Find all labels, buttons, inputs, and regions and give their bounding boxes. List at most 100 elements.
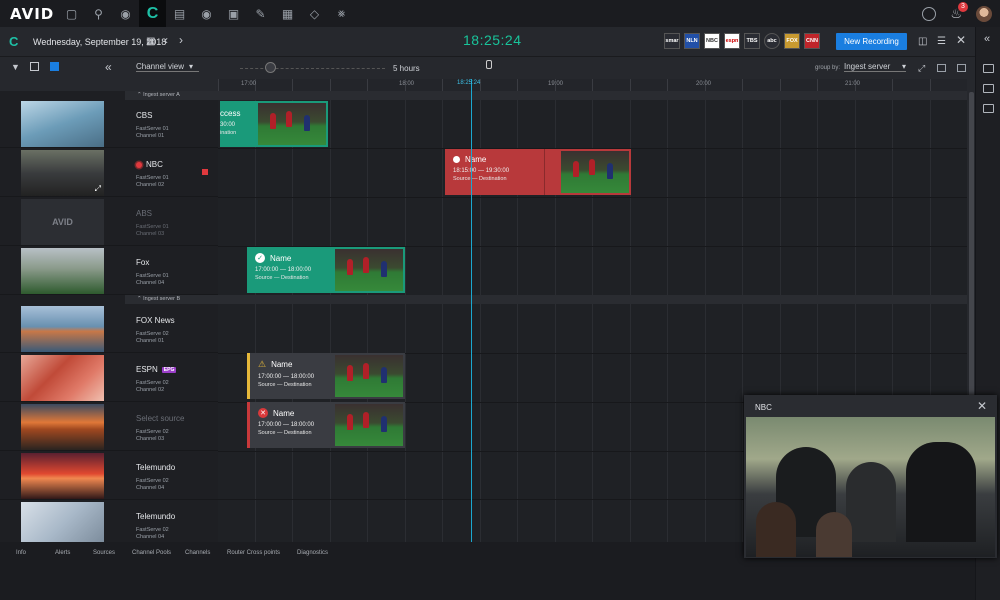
tab-channels[interactable]: Channels: [185, 550, 210, 556]
tab-alerts[interactable]: Alerts: [55, 550, 70, 556]
avatar[interactable]: [976, 5, 992, 22]
tab-info[interactable]: Info: [16, 550, 26, 556]
zoom-track[interactable]: [240, 68, 385, 69]
channel-row[interactable]: Telemundo FastServe 02 Channel 04: [0, 452, 218, 500]
search-icon[interactable]: ⚲: [85, 0, 112, 27]
avid-logo: AVID: [10, 4, 55, 23]
channel-row[interactable]: Fox FastServe 01 Channel 04: [0, 247, 218, 295]
network-logo[interactable]: espn: [724, 33, 740, 49]
chevron-down-icon: ▾: [901, 62, 906, 71]
current-time: 18:25:24: [463, 32, 522, 48]
split-icon[interactable]: [957, 64, 966, 72]
status-icon[interactable]: [922, 6, 937, 21]
server-icon[interactable]: ▤: [166, 0, 193, 27]
preview-video[interactable]: [746, 417, 995, 557]
tick-label: 18:00: [399, 81, 415, 87]
capture-icon[interactable]: C: [139, 0, 166, 27]
group-header[interactable]: ⌃ Ingest server A: [125, 91, 967, 100]
capture-logo-icon: C: [9, 33, 19, 49]
group-by-label: group by:: [815, 65, 841, 71]
recording-block[interactable]: ⚠ Name 17:00:00 — 18:00:00 Source — Destina…: [247, 353, 405, 399]
close-icon[interactable]: ✕: [977, 399, 987, 413]
channel-row[interactable]: ESPN EPG FastServe 02 Channel 02: [0, 354, 218, 402]
tick-label: 17:00: [241, 81, 257, 87]
tab-sources[interactable]: Sources: [93, 550, 115, 556]
select-source-link[interactable]: Select source: [136, 414, 184, 423]
prev-day-button[interactable]: ‹: [164, 33, 168, 47]
time-ruler[interactable]: 17:00 18:00 19:00 20:00 21:00: [218, 79, 967, 91]
next-day-button[interactable]: ›: [179, 33, 183, 47]
recording-block[interactable]: ✕ Name 17:00:00 — 18:00:00 Source — Destina…: [247, 402, 405, 448]
user-circle-icon[interactable]: ◉: [112, 0, 139, 27]
network-logo[interactable]: NLN: [684, 33, 700, 49]
zoom-slider-handle[interactable]: [265, 62, 276, 73]
avid-logo: AVID: [52, 217, 73, 227]
recording-block[interactable]: Name 18:15:00 — 19:30:00 Source — Destinat…: [445, 149, 631, 195]
network-logo[interactable]: FOX: [784, 33, 800, 49]
chevron-down-icon: ▾: [188, 62, 193, 71]
media-icon[interactable]: ▦: [274, 0, 301, 27]
panel-icon[interactable]: ◫: [918, 36, 927, 47]
list-panel-icon[interactable]: [983, 84, 994, 93]
warning-icon: ⚠: [258, 359, 267, 369]
pencil-doc-icon[interactable]: ✎: [247, 0, 274, 27]
timeline-view-icon[interactable]: [50, 62, 59, 71]
edit-doc-icon[interactable]: ▣: [220, 0, 247, 27]
stop-icon[interactable]: [202, 169, 208, 175]
recording-thumbnail: [258, 103, 326, 145]
network-logos: smar NLN NBC espn TBS abc FOX CNN: [664, 33, 820, 49]
channel-thumbnail: [21, 355, 104, 401]
channel-row[interactable]: ⤢ NBC FastServe 01 Channel 02: [0, 149, 218, 197]
chat-icon[interactable]: ◉: [193, 0, 220, 27]
menu-icon[interactable]: ☰: [937, 36, 946, 47]
channel-name: Telemundo: [136, 512, 176, 521]
channel-name: ESPN EPG: [136, 365, 177, 374]
fullscreen-icon[interactable]: ⤢: [95, 184, 101, 194]
channel-info: FastServe 02 Channel 01: [136, 331, 169, 344]
network-logo[interactable]: TBS: [744, 33, 760, 49]
play-panel-icon[interactable]: [983, 64, 994, 73]
view-select[interactable]: Channel view ▾: [136, 62, 199, 72]
channel-info: FastServe 01 Channel 03: [136, 224, 169, 237]
layout-icon[interactable]: [937, 64, 946, 72]
route-icon[interactable]: ◇: [301, 0, 328, 27]
collapse-left-icon[interactable]: «: [105, 60, 112, 74]
expand-icon[interactable]: ⤢: [918, 63, 925, 74]
tab-router-cross-points[interactable]: Router Cross points: [227, 550, 280, 556]
network-logo[interactable]: smar: [664, 33, 680, 49]
recording-block[interactable]: ccess 30:00 ination: [220, 101, 328, 147]
bell-icon[interactable]: ♨ 3: [950, 1, 968, 22]
recording-block[interactable]: ✓ Name 17:00:00 — 18:00:00 Source — Destina…: [247, 247, 405, 293]
share-icon[interactable]: ⨳: [328, 0, 355, 27]
calendar-view-icon[interactable]: [30, 62, 39, 71]
placeholder-thumbnail: AVID: [21, 199, 104, 245]
calendar-icon[interactable]: ▦: [146, 36, 155, 47]
lock-icon[interactable]: [486, 60, 492, 69]
recording-indicator-icon: [136, 161, 142, 168]
channel-list: CBS FastServe 01 Channel 01 ⤢ NBC FastSer…: [0, 91, 218, 548]
network-logo[interactable]: abc: [764, 33, 780, 49]
grid-panel-icon[interactable]: [983, 104, 994, 113]
channel-row[interactable]: CBS FastServe 01 Channel 01: [0, 100, 218, 148]
channel-row[interactable]: FOX News FastServe 02 Channel 01: [0, 305, 218, 353]
network-logo[interactable]: NBC: [704, 33, 720, 49]
success-check-icon: ✓: [255, 253, 265, 263]
playhead-line[interactable]: [471, 79, 472, 542]
recording-thumbnail: [335, 249, 403, 291]
channel-row[interactable]: Select source FastServe 02 Channel 03: [0, 403, 218, 451]
group-header[interactable]: ⌃ Ingest server B: [125, 295, 967, 304]
filter-icon[interactable]: ▼: [11, 62, 20, 72]
close-icon[interactable]: ✕: [956, 33, 966, 47]
channel-info: FastServe 02 Channel 02: [136, 380, 169, 393]
group-by-select[interactable]: Ingest server ▾: [844, 62, 906, 72]
tab-diagnostics[interactable]: Diagnostics: [297, 550, 328, 556]
channel-thumbnail: [21, 101, 104, 147]
folder-icon[interactable]: ▢: [58, 0, 85, 27]
top-bar: AVID ▢ ⚲ ◉ C ▤ ◉ ▣ ✎ ▦ ◇ ⨳ ♨ 3: [0, 0, 1000, 27]
collapse-right-icon[interactable]: «: [984, 33, 990, 45]
tab-channel-pools[interactable]: Channel Pools: [132, 550, 171, 556]
new-recording-button[interactable]: New Recording: [836, 33, 907, 50]
channel-row[interactable]: AVID ABS FastServe 01 Channel 03: [0, 198, 218, 246]
preview-panel: NBC ✕: [744, 395, 997, 558]
network-logo[interactable]: CNN: [804, 33, 820, 49]
